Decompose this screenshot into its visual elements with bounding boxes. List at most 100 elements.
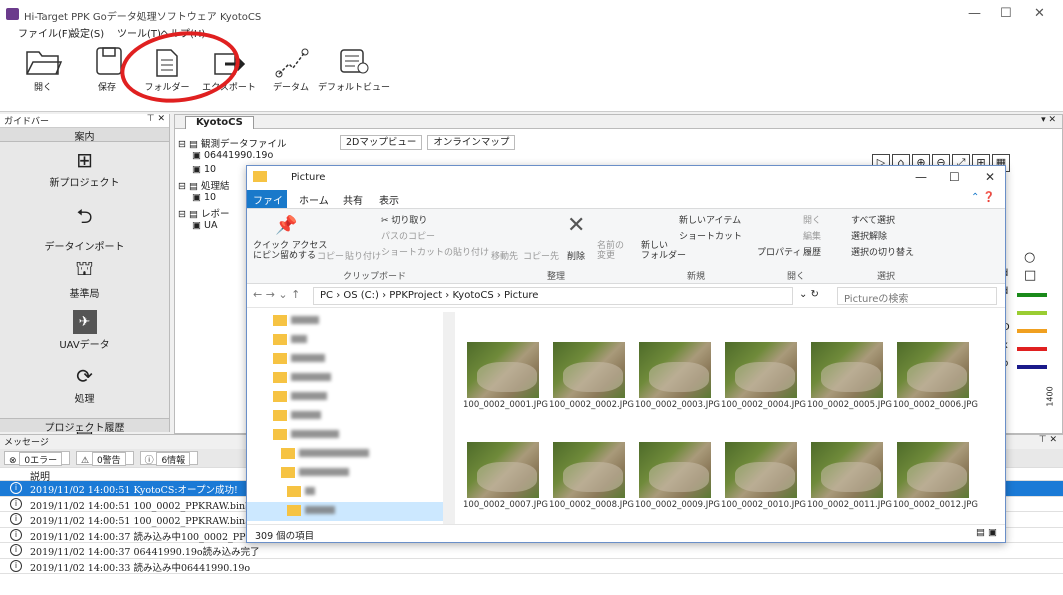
explorer-title-bar: Picture — ☐ ✕ bbox=[247, 166, 1005, 190]
menu-settings[interactable]: 設定(S) bbox=[70, 25, 104, 40]
shortcut-button[interactable]: ショートカット bbox=[679, 229, 742, 242]
nav-folder[interactable] bbox=[247, 350, 454, 369]
refresh-icon[interactable]: ⌄ ↻ bbox=[799, 289, 819, 300]
tree-obs-files[interactable]: ⊟ ▤ 観測データファイル bbox=[178, 136, 338, 150]
nav-folder[interactable] bbox=[247, 483, 454, 502]
rename-button[interactable]: 名前の 変更 bbox=[597, 241, 624, 261]
select-none-button[interactable]: 選択解除 bbox=[851, 229, 887, 242]
explorer-maximize-button[interactable]: ☐ bbox=[949, 170, 960, 184]
image-preview bbox=[639, 442, 711, 498]
menu-file[interactable]: ファイル(F) bbox=[18, 25, 72, 40]
nav-arrows[interactable]: ← → ⌄ ↑ bbox=[253, 288, 300, 301]
nav-folder[interactable] bbox=[247, 369, 454, 388]
nav-folder[interactable] bbox=[247, 445, 454, 464]
view-toggle-icons[interactable]: ▤ ▣ bbox=[976, 527, 997, 538]
message-row[interactable]: i 2019/11/02 14:00:37 06441990.19o読み込み完了 bbox=[0, 543, 1063, 559]
new-folder-button[interactable]: 新しい フォルダー bbox=[641, 241, 686, 261]
new-item-button[interactable]: 新しいアイテム bbox=[679, 213, 741, 226]
nav-folder[interactable] bbox=[247, 331, 454, 350]
new-project-icon: ⊞ bbox=[76, 148, 93, 172]
open-file-button[interactable]: 開く bbox=[803, 213, 821, 226]
maximize-button[interactable]: ☐ bbox=[1000, 6, 1012, 21]
select-all-button[interactable]: すべて選択 bbox=[851, 213, 895, 226]
open-button[interactable]: 開く bbox=[8, 44, 78, 104]
tab-2d-map[interactable]: 2Dマップビュー bbox=[340, 135, 423, 150]
file-thumbnail[interactable]: 100_0002_0011.JPG bbox=[807, 442, 892, 516]
ribbon: 📌 クイック アクセス にピン留めする コピー 貼り付け ✂ 切り取り パスのコ… bbox=[247, 208, 1005, 284]
guide-base-station[interactable]: ⛫ 基準局 bbox=[0, 256, 169, 304]
copy-to-button[interactable]: コピー先 bbox=[523, 249, 559, 262]
nav-scrollbar[interactable] bbox=[443, 312, 455, 524]
file-thumbnail[interactable]: 100_0002_0005.JPG bbox=[807, 342, 892, 416]
datum-button[interactable]: データム bbox=[256, 44, 326, 104]
nav-folder[interactable] bbox=[247, 388, 454, 407]
file-thumbnail[interactable]: 100_0002_0007.JPG bbox=[463, 442, 548, 516]
delete-button[interactable]: 削除 bbox=[567, 249, 585, 262]
open-label: 開く bbox=[33, 83, 52, 93]
project-history-tab[interactable]: プロジェクト履歴 bbox=[0, 418, 169, 434]
edit-button[interactable]: 編集 bbox=[803, 229, 821, 242]
file-thumbnail[interactable]: 100_0002_0009.JPG bbox=[635, 442, 720, 516]
guide-section-title: 案内 bbox=[0, 128, 169, 143]
copy-path-button[interactable]: パスのコピー bbox=[381, 229, 435, 242]
copy-button[interactable]: コピー bbox=[317, 249, 344, 262]
info-icon: i bbox=[10, 559, 22, 572]
navigation-pane bbox=[247, 312, 455, 524]
nav-folder[interactable] bbox=[247, 407, 454, 426]
nav-folder-selected[interactable] bbox=[247, 502, 454, 521]
tab-home[interactable]: ホーム bbox=[299, 192, 329, 207]
help-icon[interactable]: ⌃ ❓ bbox=[971, 192, 995, 203]
tab-share[interactable]: 共有 bbox=[343, 192, 363, 207]
explorer-title: Picture bbox=[291, 172, 326, 183]
file-name: 100_0002_0003.JPG bbox=[635, 400, 720, 410]
explorer-close-button[interactable]: ✕ bbox=[985, 170, 995, 184]
import-icon: ⮌ bbox=[76, 204, 93, 228]
folder-open-icon bbox=[26, 51, 63, 75]
search-input[interactable]: Pictureの検索 bbox=[837, 287, 997, 305]
default-view-button[interactable]: デフォルトビュー bbox=[318, 44, 390, 104]
cut-button[interactable]: ✂ 切り取り bbox=[381, 213, 427, 226]
error-filter[interactable]: ⊗ 0エラー bbox=[4, 451, 71, 466]
warning-filter[interactable]: ⚠ 0警告 bbox=[76, 451, 134, 466]
file-thumbnail[interactable]: 100_0002_0012.JPG bbox=[893, 442, 978, 516]
file-thumbnail[interactable]: 100_0002_0002.JPG bbox=[549, 342, 634, 416]
file-name: 100_0002_0005.JPG bbox=[807, 400, 892, 410]
close-button[interactable]: ✕ bbox=[1034, 6, 1045, 21]
file-thumbnail[interactable]: 100_0002_0001.JPG bbox=[463, 342, 548, 416]
nav-folder[interactable] bbox=[247, 312, 454, 331]
minimize-button[interactable]: — bbox=[968, 6, 981, 21]
info-filter[interactable]: ⓘ 6情報 bbox=[139, 451, 199, 466]
file-thumbnail[interactable]: 100_0002_0010.JPG bbox=[721, 442, 806, 516]
tab-kyotocs[interactable]: KyotoCS bbox=[185, 116, 254, 129]
guide-process[interactable]: ⟳ 処理 bbox=[0, 364, 169, 412]
invert-selection-button[interactable]: 選択の切り替え bbox=[851, 245, 914, 258]
file-thumbnail[interactable]: 100_0002_0006.JPG bbox=[893, 342, 978, 416]
file-thumbnail[interactable]: 100_0002_0004.JPG bbox=[721, 342, 806, 416]
guide-new-project[interactable]: ⊞ 新プロジェクト bbox=[0, 148, 169, 196]
history-button[interactable]: 履歴 bbox=[803, 245, 821, 258]
default-view-icon bbox=[340, 49, 369, 74]
file-explorer-window: Picture — ☐ ✕ ファイル ホーム 共有 表示 ⌃ ❓ 📌 クイック … bbox=[246, 165, 1006, 543]
address-bar[interactable]: PC › OS (C:) › PPKProject › KyotoCS › Pi… bbox=[313, 287, 793, 305]
nav-folder[interactable] bbox=[247, 464, 454, 483]
properties-button[interactable]: プロパティ bbox=[757, 245, 801, 258]
file-thumbnail[interactable]: 100_0002_0008.JPG bbox=[549, 442, 634, 516]
file-thumbnail[interactable]: 100_0002_0003.JPG bbox=[635, 342, 720, 416]
tab-file[interactable]: ファイル bbox=[247, 190, 287, 222]
paste-shortcut-button[interactable]: ショートカットの貼り付け bbox=[381, 245, 489, 258]
legend-row: d bbox=[1002, 286, 1062, 304]
message-row[interactable]: i 2019/11/02 14:00:33 読み込み中06441990.19o bbox=[0, 559, 1063, 574]
status-bar: 309 個の項目 ▤ ▣ bbox=[247, 524, 1005, 543]
guide-data-import[interactable]: ⮌ データインポート bbox=[0, 202, 169, 253]
nav-folder[interactable] bbox=[247, 426, 454, 445]
tab-view[interactable]: 表示 bbox=[379, 192, 399, 207]
guide-uav-data[interactable]: ✈ UAVデータ bbox=[0, 310, 169, 358]
move-to-button[interactable]: 移動先 bbox=[491, 249, 518, 262]
file-name: 100_0002_0002.JPG bbox=[549, 400, 634, 410]
explorer-minimize-button[interactable]: — bbox=[915, 170, 927, 184]
legend-row: D bbox=[1002, 322, 1062, 340]
tree-item[interactable]: ▣ 06441990.19o bbox=[178, 150, 338, 164]
paste-button[interactable]: 貼り付け bbox=[345, 249, 381, 262]
ribbon-tabs: ファイル ホーム 共有 表示 ⌃ ❓ bbox=[247, 190, 1005, 222]
tab-online-map[interactable]: オンラインマップ bbox=[427, 135, 516, 150]
